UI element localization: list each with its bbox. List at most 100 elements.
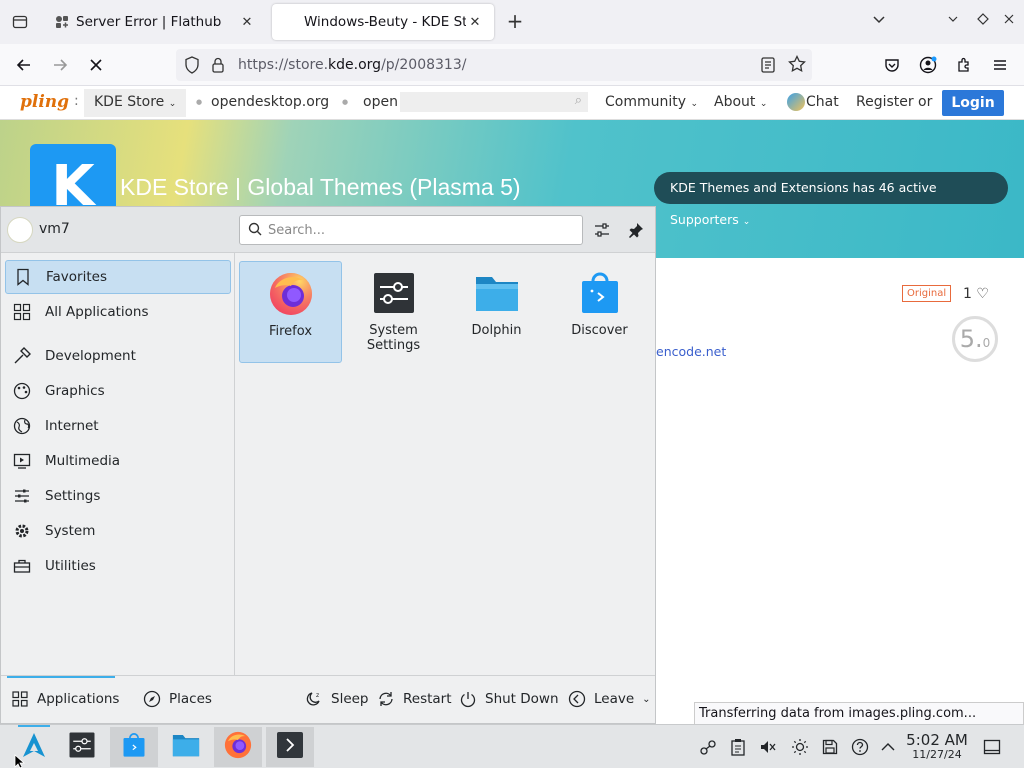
- minimize-icon[interactable]: [946, 12, 960, 30]
- or-text: or: [918, 94, 933, 110]
- supporters-button[interactable]: KDE Themes and Extensions has 46 active …: [654, 172, 1008, 227]
- chevron-down-icon[interactable]: [872, 12, 886, 30]
- clipboard-icon[interactable]: [728, 737, 748, 757]
- star-icon[interactable]: [788, 54, 806, 77]
- task-konsole[interactable]: [266, 727, 314, 767]
- hamburger-menu-icon[interactable]: [988, 53, 1012, 77]
- hammer-icon: [11, 346, 33, 366]
- task-dolphin[interactable]: [162, 727, 210, 767]
- clock-time: 5:02 AM: [906, 731, 968, 749]
- register-link[interactable]: Register: [856, 94, 914, 110]
- close-window-icon[interactable]: [1002, 12, 1016, 30]
- category-multimedia[interactable]: Multimedia: [5, 444, 231, 478]
- save-disk-icon[interactable]: [820, 737, 840, 757]
- task-firefox[interactable]: [214, 727, 262, 767]
- app-system-settings[interactable]: System Settings: [342, 261, 445, 363]
- category-settings[interactable]: Settings: [5, 479, 231, 513]
- tab-applications[interactable]: Applications: [11, 690, 119, 708]
- shutdown-button[interactable]: Shut Down: [459, 690, 559, 708]
- separator: :: [74, 93, 79, 109]
- configure-icon[interactable]: [591, 219, 613, 241]
- reader-view-icon[interactable]: [760, 56, 776, 78]
- discover-icon: [120, 731, 148, 763]
- category-development[interactable]: Development: [5, 339, 231, 373]
- category-utilities[interactable]: Utilities: [5, 549, 231, 583]
- close-icon[interactable]: ✕: [466, 15, 484, 30]
- site-search-input[interactable]: ⌕: [400, 92, 588, 112]
- heart-icon[interactable]: ♡: [972, 286, 989, 302]
- category-label: Graphics: [45, 383, 105, 399]
- button-label: Shut Down: [485, 691, 559, 707]
- button-label: Leave: [594, 691, 635, 707]
- category-label: All Applications: [45, 304, 149, 320]
- sleep-button[interactable]: z Sleep: [305, 690, 369, 708]
- show-desktop-icon[interactable]: [982, 737, 1002, 757]
- help-icon[interactable]: [850, 737, 870, 757]
- pocket-icon[interactable]: [880, 53, 904, 77]
- flathub-icon: [54, 14, 70, 30]
- category-system[interactable]: System: [5, 514, 231, 548]
- launcher-search-input[interactable]: Search...: [239, 215, 583, 245]
- launcher-footer: Applications Places z Sleep Restart Shut…: [1, 675, 655, 723]
- close-icon[interactable]: ✕: [238, 15, 256, 30]
- category-internet[interactable]: Internet: [5, 409, 231, 443]
- open-link[interactable]: open: [363, 94, 398, 110]
- rating-circle: 5.0: [952, 316, 998, 362]
- category-label: Internet: [45, 418, 99, 434]
- url-bar[interactable]: https://store.kde.org/p/2008313/: [176, 49, 812, 81]
- brightness-icon[interactable]: [790, 737, 810, 757]
- app-firefox[interactable]: Firefox: [239, 261, 342, 363]
- opendesktop-link[interactable]: opendesktop.org: [211, 94, 329, 110]
- restart-button[interactable]: Restart: [377, 690, 452, 708]
- browser-navigation-bar: https://store.kde.org/p/2008313/: [0, 44, 1024, 86]
- user-avatar[interactable]: [7, 217, 33, 243]
- community-menu[interactable]: Community ⌄: [605, 94, 698, 110]
- search-placeholder: Search...: [268, 223, 326, 238]
- tab-flathub[interactable]: Server Error | Flathub ✕: [44, 4, 266, 40]
- stop-loading-icon[interactable]: [84, 53, 108, 77]
- grid-icon: [11, 690, 29, 708]
- toolbox-icon: [11, 556, 33, 576]
- shield-icon[interactable]: [184, 56, 200, 78]
- chevron-up-icon[interactable]: [878, 737, 898, 757]
- like-count[interactable]: 1 ♡: [963, 286, 989, 302]
- app-discover[interactable]: Discover: [548, 261, 651, 363]
- globe-icon: [11, 416, 33, 436]
- category-graphics[interactable]: Graphics: [5, 374, 231, 408]
- active-indicator: [18, 725, 50, 727]
- network-icon[interactable]: [698, 737, 718, 757]
- tab-places[interactable]: Places: [143, 690, 212, 708]
- forward-arrow-icon[interactable]: [48, 53, 72, 77]
- category-label: Utilities: [45, 558, 96, 574]
- category-all-applications[interactable]: All Applications: [5, 295, 231, 329]
- lock-icon[interactable]: [210, 56, 226, 78]
- digital-clock[interactable]: 5:02 AM 11/27/24: [900, 731, 974, 761]
- search-icon[interactable]: ⌕: [575, 93, 582, 108]
- product-link[interactable]: encode.net: [656, 344, 726, 359]
- back-arrow-icon[interactable]: [12, 53, 36, 77]
- store-selector[interactable]: KDE Store ⌄: [84, 89, 187, 117]
- about-menu[interactable]: About ⌄: [714, 94, 767, 110]
- system-settings-icon: [370, 269, 418, 317]
- chat-icon[interactable]: [787, 93, 805, 111]
- extensions-icon[interactable]: [952, 53, 976, 77]
- login-button[interactable]: Login: [942, 90, 1004, 116]
- pin-icon[interactable]: [625, 219, 647, 241]
- leave-button[interactable]: Leave ⌄: [568, 690, 651, 708]
- bullet-icon: ●: [342, 98, 349, 106]
- tab-list-icon[interactable]: [8, 10, 32, 34]
- category-favorites[interactable]: Favorites: [5, 260, 231, 294]
- new-tab-button[interactable]: +: [504, 10, 526, 34]
- task-discover[interactable]: [110, 727, 158, 767]
- chat-link[interactable]: Chat: [806, 94, 839, 110]
- maximize-icon[interactable]: [976, 12, 990, 30]
- grid-icon: [11, 302, 33, 322]
- task-system-settings[interactable]: [58, 727, 106, 767]
- launcher-header: vm7 Search...: [1, 207, 655, 253]
- volume-muted-icon[interactable]: [758, 737, 778, 757]
- account-icon[interactable]: [916, 53, 940, 77]
- tab-label: Places: [169, 691, 212, 707]
- pling-logo[interactable]: pling: [20, 92, 69, 112]
- tab-kde-store[interactable]: Windows-Beuty - KDE Stor ✕: [272, 4, 494, 40]
- app-dolphin[interactable]: Dolphin: [445, 261, 548, 363]
